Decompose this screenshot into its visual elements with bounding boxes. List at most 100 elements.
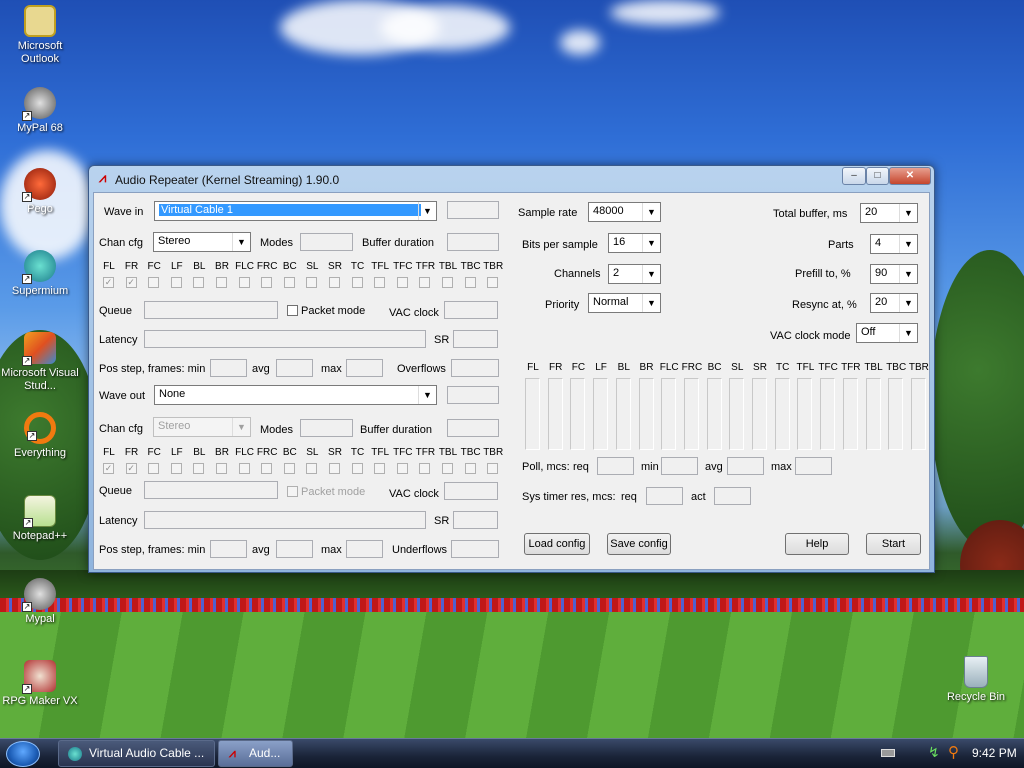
load-config-button[interactable]: Load config [524, 533, 590, 555]
wave-in-channel-checkbox[interactable] [464, 277, 476, 288]
poll-req-label: req [573, 461, 589, 473]
vac-clock-mode-select[interactable]: Off ▼ [856, 323, 918, 343]
wave-out-avg-label: avg [252, 544, 270, 556]
wave-out-modes-label: Modes [260, 424, 294, 436]
taskbar-item-vac[interactable]: Virtual Audio Cable ... [58, 740, 215, 767]
priority-value: Normal [593, 296, 629, 308]
wave-out-device-select[interactable]: None ▼ [154, 385, 437, 405]
desktop-icon-outlook[interactable]: Microsoft Outlook [0, 5, 80, 66]
wave-out-channel-checkbox[interactable] [261, 463, 273, 474]
save-config-button[interactable]: Save config [607, 533, 671, 555]
desktop-icon-notepadpp[interactable]: ↗ Notepad++ [0, 495, 80, 543]
wave-out-channel-checkbox[interactable] [193, 463, 205, 474]
wave-in-latency-field [144, 330, 426, 348]
wave-out-channel-checkbox[interactable] [329, 463, 340, 474]
close-button[interactable]: ✕ [889, 167, 931, 185]
wave-in-packet-mode-checkbox[interactable] [287, 305, 298, 316]
priority-select[interactable]: Normal ▼ [588, 293, 661, 313]
wave-in-device-select[interactable]: Virtual Cable 1 ▼ [154, 201, 437, 221]
wave-out-channel-checkbox[interactable] [283, 463, 295, 474]
wave-out-channel-checkbox[interactable] [351, 463, 363, 474]
taskbar-item-audio-repeater[interactable]: ⩘ Aud... [218, 740, 293, 767]
minimize-button[interactable]: – [842, 167, 866, 185]
wave-in-channel-checkbox[interactable]: ✓ [103, 277, 114, 288]
sample-rate-select[interactable]: 48000 ▼ [588, 202, 661, 222]
outlook-icon [24, 5, 56, 37]
bits-per-sample-select[interactable]: 16 ▼ [608, 233, 661, 253]
wave-in-channel-checkbox[interactable] [487, 277, 499, 288]
wave-out-channel-checkbox[interactable] [216, 463, 227, 474]
keyboard-icon[interactable] [881, 749, 895, 757]
wave-in-overflows-label: Overflows [397, 363, 446, 375]
wave-in-channel-checkbox[interactable] [261, 277, 273, 288]
wave-in-buffer-duration-field [447, 233, 499, 251]
wave-out-packet-mode-label: Packet mode [301, 486, 366, 498]
start-orb-icon[interactable] [6, 741, 40, 767]
help-button[interactable]: Help [785, 533, 849, 555]
channels-select[interactable]: 2 ▼ [608, 264, 661, 284]
wave-out-chan-cfg-select[interactable]: Stereo ▼ [153, 417, 251, 437]
search-icon[interactable]: ⚲ [948, 743, 959, 761]
wave-in-chan-cfg-select[interactable]: Stereo ▼ [153, 232, 251, 252]
channels-label: Channels [554, 268, 601, 280]
wave-in-channel-checkbox[interactable] [329, 277, 340, 288]
network-icon[interactable]: ↯ [928, 744, 940, 761]
wave-in-channel-checkbox[interactable] [238, 277, 250, 288]
wave-out-channel-checkbox[interactable] [464, 463, 476, 474]
wave-in-channel-checkbox[interactable] [442, 277, 453, 288]
start-button[interactable]: Start [866, 533, 921, 555]
wave-out-channel-checkbox[interactable]: ✓ [125, 463, 137, 474]
wave-out-channel-checkbox[interactable] [487, 463, 499, 474]
wave-out-channel-checkbox[interactable]: ✓ [103, 463, 114, 474]
wave-out-channel-checkbox[interactable] [419, 463, 431, 474]
meter-channel-label: FL [527, 362, 539, 373]
chevron-down-icon: ▼ [418, 386, 436, 404]
wave-in-channel-label: BR [215, 261, 229, 272]
wave-out-channel-checkbox[interactable] [148, 463, 160, 474]
wave-out-channel-checkbox[interactable] [170, 463, 182, 474]
desktop-icon-rpg-maker[interactable]: ↗ RPG Maker VX [0, 660, 80, 708]
wave-out-max-label: max [321, 544, 342, 556]
title-bar[interactable]: ⩘ Audio Repeater (Kernel Streaming) 1.90… [93, 166, 931, 192]
wave-out-channel-checkbox[interactable] [306, 463, 318, 474]
wave-in-channel-checkbox[interactable] [283, 277, 295, 288]
resync-select[interactable]: 20 ▼ [870, 293, 918, 313]
level-meter [910, 378, 926, 450]
wave-in-channel-checkbox[interactable] [216, 277, 227, 288]
wave-in-channel-checkbox[interactable] [306, 277, 318, 288]
level-meter [706, 378, 722, 450]
wave-out-channel-label: TFC [393, 447, 413, 458]
desktop-icon-recycle-bin[interactable]: Recycle Bin [936, 656, 1016, 704]
desktop-icon-visual-studio[interactable]: ↗ Microsoft Visual Stud... [0, 332, 80, 393]
clock[interactable]: 9:42 PM [972, 746, 1017, 760]
wave-out-channel-checkbox[interactable] [238, 463, 250, 474]
audio-repeater-icon: ⩘ [229, 746, 236, 760]
wave-out-packet-mode-checkbox[interactable] [287, 486, 298, 497]
desktop-icon-mypal[interactable]: ↗ Mypal [0, 578, 80, 626]
wave-out-channel-checkbox[interactable] [396, 463, 408, 474]
wave-in-channel-checkbox[interactable] [170, 277, 182, 288]
wave-in-channel-checkbox[interactable] [374, 277, 386, 288]
desktop-icon-pego[interactable]: ↗ Pego [0, 168, 80, 216]
desktop-icon-label: Pego [27, 203, 53, 215]
desktop-icon-supermium[interactable]: ↗ Supermium [0, 250, 80, 298]
wave-in-channel-checkbox[interactable] [193, 277, 205, 288]
total-buffer-select[interactable]: 20 ▼ [860, 203, 918, 223]
wave-in-channel-checkbox[interactable] [396, 277, 408, 288]
wave-in-latency-label: Latency [99, 334, 138, 346]
wave-in-channel-checkbox[interactable] [419, 277, 431, 288]
wave-in-channel-checkbox[interactable]: ✓ [125, 277, 137, 288]
chevron-down-icon: ▼ [899, 294, 917, 312]
wave-out-buffer-duration-field [447, 419, 499, 437]
parts-select[interactable]: 4 ▼ [870, 234, 918, 254]
wave-out-channel-checkbox[interactable] [442, 463, 453, 474]
maximize-button[interactable]: □ [866, 167, 889, 185]
wave-in-channel-checkbox[interactable] [148, 277, 160, 288]
poll-req-field [597, 457, 634, 475]
desktop-icon-everything[interactable]: ↗ Everything [0, 412, 80, 460]
prefill-select[interactable]: 90 ▼ [870, 264, 918, 284]
desktop-icon-mypal68[interactable]: ↗ MyPal 68 [0, 87, 80, 135]
wave-in-channel-checkbox[interactable] [351, 277, 363, 288]
supermium-icon: ↗ [22, 250, 56, 284]
wave-out-channel-checkbox[interactable] [374, 463, 386, 474]
